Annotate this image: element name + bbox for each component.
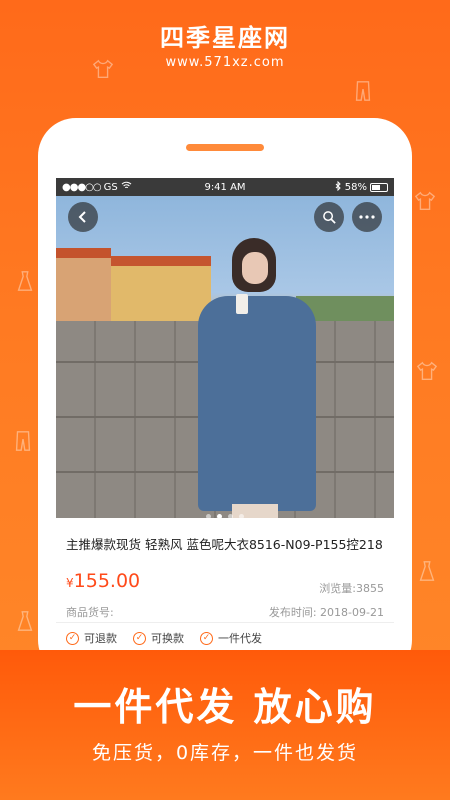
status-bar: ●●●○○ GS 9:41 AM 58%	[56, 178, 394, 196]
pager-dot[interactable]	[206, 514, 211, 519]
building	[56, 254, 111, 324]
chevron-left-icon	[78, 211, 86, 223]
product-info: 主推爆款现货 轻熟风 蓝色呢大衣8516-N09-P155控218 ¥155.0…	[56, 518, 394, 650]
status-time: 9:41 AM	[204, 181, 246, 193]
promo-subslogan: 免压货，0库存，一件也发货	[91, 742, 359, 764]
roof	[111, 256, 211, 266]
phone-speaker	[186, 144, 264, 151]
search-icon	[322, 210, 336, 224]
promo-slogan: 一件代发 放心购	[73, 685, 377, 729]
check-icon: ✓	[66, 631, 79, 645]
model-face	[242, 252, 268, 284]
currency-symbol: ¥	[66, 576, 74, 590]
product-photo[interactable]	[56, 196, 394, 518]
sku-label: 商品货号:	[66, 606, 114, 619]
signal-icon: ●●●○○	[62, 181, 102, 193]
service-list: ✓ 可退款 ✓ 可换款 ✓ 一件代发	[66, 630, 262, 646]
pants-icon	[12, 430, 34, 458]
bluetooth-icon	[335, 180, 342, 194]
pager-dot[interactable]	[228, 514, 233, 519]
more-dots-icon	[359, 215, 375, 219]
back-button[interactable]	[68, 202, 98, 232]
coffee-cup	[236, 294, 248, 314]
publish-date: 发布时间: 2018-09-21	[268, 606, 384, 619]
product-price: ¥155.00	[66, 570, 140, 592]
dress-icon	[14, 270, 36, 298]
check-icon: ✓	[133, 631, 146, 645]
brand-url: www.571xz.com	[165, 55, 285, 70]
dress-icon	[416, 560, 438, 588]
divider	[56, 622, 394, 623]
pager-dot[interactable]	[239, 514, 244, 519]
check-icon: ✓	[200, 631, 213, 645]
price-value: 155.00	[73, 570, 141, 592]
phone-screen: ●●●○○ GS 9:41 AM 58% 主推爆款现货 轻熟风 蓝色呢大衣851…	[56, 178, 394, 650]
search-button[interactable]	[314, 202, 344, 232]
service-label: 可换款	[151, 632, 184, 645]
dress-icon	[14, 610, 36, 638]
service-dropship: ✓ 一件代发	[200, 630, 262, 646]
service-refund: ✓ 可退款	[66, 630, 117, 646]
more-button[interactable]	[352, 202, 382, 232]
product-title: 主推爆款现货 轻熟风 蓝色呢大衣8516-N09-P155控218	[66, 537, 383, 552]
pants-icon	[352, 80, 374, 108]
battery-icon	[370, 182, 389, 192]
building	[111, 262, 211, 324]
roof	[56, 248, 111, 258]
shirt-icon	[416, 360, 438, 388]
image-pager[interactable]	[56, 504, 394, 523]
view-count: 浏览量:3855	[319, 582, 384, 595]
service-exchange: ✓ 可换款	[133, 630, 184, 646]
brand-title: 四季星座网	[160, 24, 290, 52]
carrier-label: GS	[103, 181, 118, 193]
service-label: 一件代发	[218, 632, 262, 645]
service-label: 可退款	[84, 632, 117, 645]
wifi-icon	[121, 181, 132, 193]
shirt-icon	[92, 58, 114, 86]
coat	[198, 296, 316, 511]
battery-percent: 58%	[344, 181, 368, 193]
brand-header: 四季星座网 www.571xz.com	[0, 18, 450, 70]
shirt-icon	[414, 190, 436, 218]
pager-dot[interactable]	[217, 514, 222, 519]
